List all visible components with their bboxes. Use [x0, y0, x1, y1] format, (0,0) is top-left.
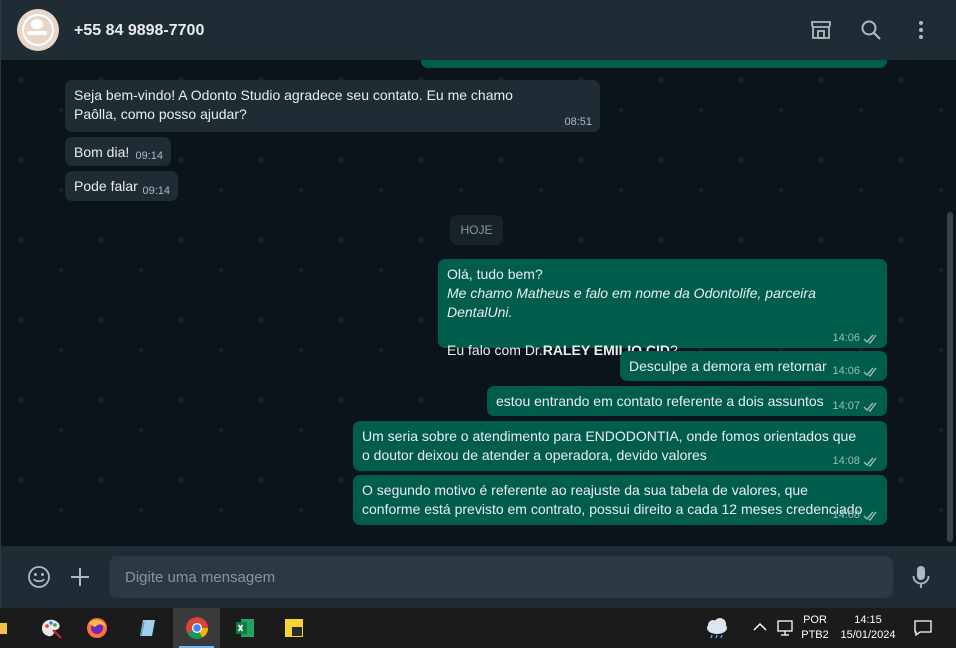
message-time: 14:07	[832, 400, 879, 412]
message-text: O segundo motivo é referente ao reajuste…	[362, 482, 863, 517]
chrome-icon	[185, 617, 208, 639]
message-text: Bom dia!	[74, 144, 130, 160]
message-time: 14:08	[832, 509, 879, 521]
message-input-placeholder: Digite uma mensagem	[125, 569, 276, 586]
store-icon[interactable]	[809, 18, 833, 42]
weather-icon[interactable]	[703, 616, 731, 640]
taskbar-app-notes[interactable]	[124, 608, 170, 648]
excel-icon	[236, 619, 254, 637]
avatar-logo-icon	[22, 14, 54, 46]
message-bubble-incoming[interactable]: Bom dia! 09:14	[65, 137, 171, 166]
taskbar-app-paint[interactable]	[28, 608, 74, 648]
clock-date: 15/01/2024	[840, 629, 896, 641]
chat-header: +55 84 9898-7700	[1, 0, 956, 60]
sticky-notes-icon	[285, 619, 303, 637]
contact-name[interactable]: +55 84 9898-7700	[74, 22, 204, 40]
emoji-icon[interactable]	[27, 565, 51, 589]
network-icon[interactable]	[776, 620, 794, 636]
message-text: estou entrando em contato referente a do…	[496, 393, 824, 409]
message-bubble-incoming[interactable]: Pode falar 09:14	[65, 171, 178, 201]
message-text: Desculpe a demora em retornar	[629, 358, 827, 374]
notification-icon[interactable]	[914, 620, 932, 636]
message-bubble-outgoing[interactable]: O segundo motivo é referente ao reajuste…	[353, 475, 887, 525]
menu-icon[interactable]	[909, 18, 933, 42]
message-bubble-outgoing[interactable]: Desculpe a demora em retornar 14:06	[620, 351, 887, 381]
language-code: POR	[803, 614, 827, 626]
message-bubble-outgoing[interactable]: Olá, tudo bem? Me chamo Matheus e falo e…	[438, 259, 887, 358]
attach-plus-icon[interactable]	[69, 566, 91, 588]
message-text-line: Olá, tudo bem?	[447, 266, 543, 282]
message-text-italic: Me chamo Matheus e falo em nome da Odont…	[447, 285, 816, 320]
message-time: 09:14	[135, 150, 163, 162]
folder-icon	[0, 623, 7, 634]
message-input[interactable]: Digite uma mensagem	[109, 556, 893, 598]
day-divider: HOJE	[450, 215, 503, 245]
taskbar-app-partial[interactable]	[0, 608, 14, 648]
taskbar-app-chrome[interactable]	[173, 608, 220, 648]
double-check-icon	[863, 402, 877, 412]
system-clock[interactable]: 14:15 15/01/2024	[835, 613, 901, 643]
whatsapp-window: +55 84 9898-7700 Seja bem-vindo! A Odont…	[0, 0, 956, 608]
message-text: Pode falar	[74, 178, 138, 194]
composer-bar: Digite uma mensagem	[1, 546, 956, 608]
message-time: 08:51	[564, 116, 592, 128]
chat-scrollbar[interactable]	[947, 212, 953, 542]
notes-icon	[140, 620, 155, 637]
input-language[interactable]: POR PTB2	[799, 613, 831, 643]
message-text: Um seria sobre o atendimento para ENDODO…	[362, 428, 857, 463]
message-list[interactable]: Seja bem-vindo! A Odonto Studio agradece…	[1, 60, 956, 546]
keyboard-layout: PTB2	[801, 629, 829, 641]
paint-palette-icon	[42, 619, 62, 639]
taskbar-app-excel[interactable]	[222, 608, 268, 648]
message-time: 14:08	[832, 455, 879, 467]
previous-message-partial	[421, 60, 887, 68]
clock-time: 14:15	[854, 614, 882, 626]
firefox-icon	[87, 618, 107, 638]
search-icon[interactable]	[859, 18, 883, 42]
taskbar-app-sticky-notes[interactable]	[271, 608, 317, 648]
contact-avatar[interactable]	[17, 9, 59, 51]
message-bubble-outgoing[interactable]: Um seria sobre o atendimento para ENDODO…	[353, 421, 887, 471]
microphone-icon[interactable]	[911, 565, 931, 589]
windows-taskbar: POR PTB2 14:15 15/01/2024	[0, 608, 956, 648]
message-time: 14:06	[832, 332, 879, 344]
chevron-up-icon[interactable]	[753, 622, 767, 632]
message-time: 14:06	[832, 365, 879, 377]
double-check-icon	[863, 511, 877, 521]
double-check-icon	[863, 457, 877, 467]
message-text: Seja bem-vindo! A Odonto Studio agradece…	[74, 87, 513, 122]
message-bubble-incoming[interactable]: Seja bem-vindo! A Odonto Studio agradece…	[65, 80, 600, 132]
double-check-icon	[863, 334, 877, 344]
taskbar-app-firefox[interactable]	[74, 608, 120, 648]
message-bubble-outgoing[interactable]: estou entrando em contato referente a do…	[487, 386, 887, 416]
message-time: 09:14	[142, 185, 170, 197]
double-check-icon	[863, 367, 877, 377]
